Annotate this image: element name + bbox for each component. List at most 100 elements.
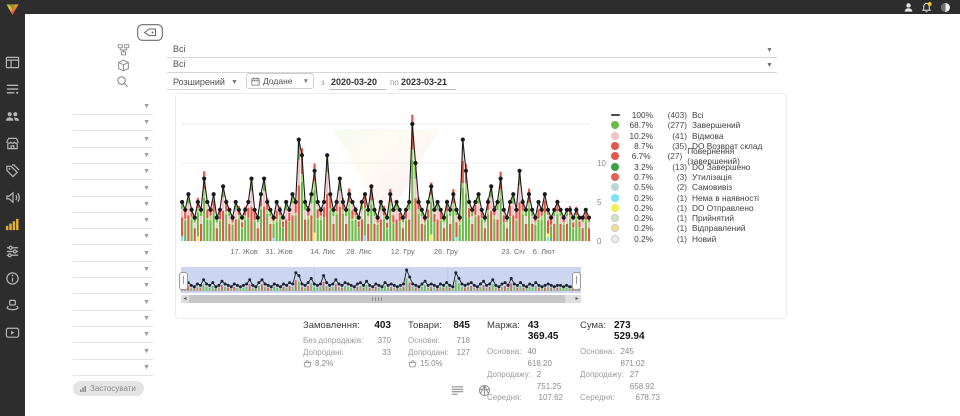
scroll-right-icon[interactable]: ▸ bbox=[573, 295, 581, 303]
product-filter-value[interactable]: Всі bbox=[173, 59, 186, 69]
filter-row-11[interactable]: ▼ bbox=[73, 263, 153, 278]
chevron-down-icon: ▼ bbox=[143, 185, 150, 192]
legend-percent: 0.2% bbox=[623, 234, 653, 244]
search-icon[interactable] bbox=[116, 75, 129, 88]
legend-count: (3) bbox=[657, 172, 687, 182]
avatar[interactable] bbox=[940, 2, 951, 13]
filter-row-4[interactable]: ▼ bbox=[73, 149, 153, 164]
basket-icon bbox=[303, 359, 312, 368]
stat-sub-value: 370 bbox=[378, 335, 391, 347]
bell-icon[interactable] bbox=[921, 2, 932, 13]
legend-label: DO Завершено bbox=[692, 162, 750, 172]
legend-item[interactable]: 0.2%(1)Прийнятий bbox=[611, 213, 781, 223]
legend-count: (27) bbox=[655, 151, 683, 161]
chevron-down-icon: ▼ bbox=[143, 136, 150, 143]
settings-sliders-icon[interactable] bbox=[5, 244, 20, 259]
filter-row-9[interactable]: ▼ bbox=[73, 230, 153, 245]
legend-item[interactable]: 100%(403)Всі bbox=[611, 110, 781, 120]
info-icon[interactable] bbox=[5, 271, 20, 286]
customers-icon[interactable] bbox=[5, 109, 20, 124]
legend-item[interactable]: 0.5%(2)Самовивіз bbox=[611, 182, 781, 192]
stat-title: Маржа: bbox=[487, 320, 520, 342]
analytics-icon[interactable] bbox=[5, 217, 20, 232]
legend-item[interactable]: 68.7%(277)Завершений bbox=[611, 120, 781, 130]
legend-count: (1) bbox=[657, 223, 687, 233]
chevron-down-icon[interactable]: ▼ bbox=[766, 47, 773, 54]
filter-row-8[interactable]: ▼ bbox=[73, 214, 153, 229]
chart-scrollbar[interactable]: ◂ ▸ bbox=[181, 295, 581, 303]
legend-label: Всі bbox=[692, 110, 704, 120]
stat-sub-value: 245 871.02 bbox=[620, 346, 660, 369]
date-field-select[interactable]: Додане ▼ bbox=[246, 73, 314, 89]
legend-label: Новий bbox=[692, 234, 716, 244]
filter-row-2[interactable]: ▼ bbox=[73, 116, 153, 131]
chevron-down-icon[interactable]: ▼ bbox=[231, 79, 238, 86]
orders-chart[interactable]: 051017. Жов31. Жов14. Лис28. Лис12. Гру2… bbox=[176, 94, 606, 267]
chevron-down-icon: ▼ bbox=[143, 282, 150, 289]
stat-sub-value: 40 618.20 bbox=[527, 346, 563, 369]
legend-percent: 6.7% bbox=[623, 151, 651, 161]
stat-value: 403 bbox=[374, 320, 391, 331]
tags-icon[interactable] bbox=[5, 163, 20, 178]
stat-value: 273 529.94 bbox=[614, 320, 660, 342]
globe-icon[interactable] bbox=[478, 384, 491, 397]
stat-title: Товари: bbox=[408, 320, 442, 331]
filter-row-1[interactable]: ▼ bbox=[73, 100, 153, 115]
filter-row-7[interactable]: ▼ bbox=[73, 198, 153, 213]
sales-funnel-tag-icon[interactable] bbox=[137, 24, 163, 41]
filter-row-15[interactable]: ▼ bbox=[73, 328, 153, 343]
legend-item[interactable]: 0.2%(1)DO Отправлено bbox=[611, 203, 781, 213]
search-mode-select[interactable]: Розширений bbox=[173, 77, 225, 87]
filter-row-12[interactable]: ▼ bbox=[73, 279, 153, 294]
filter-row-5[interactable]: ▼ bbox=[73, 165, 153, 180]
marketing-megaphone-icon[interactable] bbox=[5, 190, 20, 205]
support-icon[interactable] bbox=[5, 298, 20, 313]
dashboard-icon[interactable] bbox=[5, 55, 20, 70]
filter-row-16[interactable]: ▼ bbox=[73, 345, 153, 360]
brush-handle-right[interactable] bbox=[572, 272, 581, 290]
legend-marker bbox=[611, 194, 619, 202]
apply-filters-label: Застосувати bbox=[90, 381, 136, 396]
chevron-down-icon: ▼ bbox=[143, 217, 150, 224]
app-logo[interactable] bbox=[5, 2, 20, 17]
stat-sub-label: Допродажу: bbox=[487, 369, 531, 392]
legend-item[interactable]: 0.2%(1)Нема в наявності bbox=[611, 192, 781, 202]
scroll-left-icon[interactable]: ◂ bbox=[181, 295, 189, 303]
filter-row-17[interactable]: ▼ bbox=[73, 361, 153, 376]
scrollbar-thumb[interactable] bbox=[189, 295, 565, 303]
legend-percent: 3.2% bbox=[623, 162, 653, 172]
list-details-icon[interactable] bbox=[451, 384, 464, 397]
svg-text:17. Жов: 17. Жов bbox=[230, 247, 258, 256]
legend-item[interactable]: 0.2%(1)Відправлений bbox=[611, 223, 781, 233]
topbar bbox=[0, 0, 960, 14]
chevron-down-icon[interactable]: ▼ bbox=[766, 62, 773, 69]
legend-percent: 0.7% bbox=[623, 172, 653, 182]
date-from-underline bbox=[329, 89, 386, 90]
stat-sub-label: Основна: bbox=[487, 346, 521, 369]
chevron-down-icon: ▼ bbox=[143, 315, 150, 322]
legend-item[interactable]: 0.7%(3)Утилізація bbox=[611, 172, 781, 182]
date-to-input[interactable]: 2023-03-21 bbox=[401, 77, 447, 87]
legend-count: (1) bbox=[657, 213, 687, 223]
legend-item[interactable]: 10.2%(41)Відмова bbox=[611, 131, 781, 141]
legend-marker bbox=[611, 204, 619, 212]
date-from-input[interactable]: 2020-03-20 bbox=[331, 77, 377, 87]
orders-list-icon[interactable] bbox=[5, 82, 20, 97]
brush-handle-left[interactable] bbox=[179, 272, 188, 290]
legend-item[interactable]: 6.7%(27)Повернення (завершений) bbox=[611, 151, 781, 161]
legend-item[interactable]: 0.2%(1)Новий bbox=[611, 234, 781, 244]
filter-row-10[interactable]: ▼ bbox=[73, 247, 153, 262]
legend-marker bbox=[611, 114, 620, 116]
filter-row-6[interactable]: ▼ bbox=[73, 182, 153, 197]
apply-filters-button[interactable]: Застосувати bbox=[73, 381, 144, 396]
svg-text:31. Жов: 31. Жов bbox=[265, 247, 293, 256]
filter-row-3[interactable]: ▼ bbox=[73, 133, 153, 148]
video-icon[interactable] bbox=[5, 325, 20, 340]
store-icon[interactable] bbox=[5, 136, 20, 151]
filter-row-14[interactable]: ▼ bbox=[73, 312, 153, 327]
legend-marker bbox=[611, 173, 619, 181]
svg-text:0: 0 bbox=[597, 237, 602, 246]
status-filter-value[interactable]: Всі bbox=[173, 44, 186, 54]
filter-row-13[interactable]: ▼ bbox=[73, 296, 153, 311]
user-icon[interactable] bbox=[903, 2, 914, 13]
